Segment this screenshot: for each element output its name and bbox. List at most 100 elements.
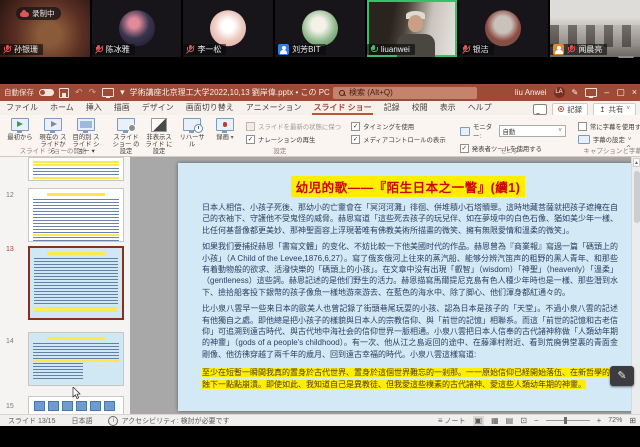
zoom-out-icon[interactable]: −	[534, 416, 539, 426]
slide-thumbnail-panel: 12 13 14 15	[0, 157, 130, 414]
tab-view[interactable]: 表示	[434, 101, 462, 115]
participant-name-bar: 银洁	[458, 44, 494, 55]
tab-review[interactable]: 校閲	[406, 101, 434, 115]
current-slide[interactable]: 幼児的歌――『陌生日本之一瞥』(續1) 日本人相信、小孩子死後、那幼小的亡靈會在…	[178, 163, 638, 411]
user-avatar[interactable]: LA	[553, 87, 565, 98]
share-button[interactable]: ↥ 共有 ˅	[593, 102, 636, 116]
play-narrations-checkbox[interactable]: ✓ ナレーションの再生	[246, 135, 341, 144]
notes-button[interactable]: ≡ ノート	[438, 416, 466, 426]
mic-active-icon	[370, 45, 378, 54]
group-settings: スライド ショー の設定 非表示スライド に設定 リハーサル 録画 ▾ スライド…	[106, 115, 454, 156]
maximize-button[interactable]: ▢	[616, 84, 625, 101]
recording-badge: 录制中	[16, 7, 61, 20]
checkbox-checked: ✓	[246, 135, 255, 144]
monitor-dropdown[interactable]: 自動 ˅	[498, 125, 566, 137]
monitor-clock-icon	[183, 118, 203, 133]
participant-tile[interactable]: 银洁	[458, 0, 549, 57]
tab-transitions[interactable]: 画面切り替え	[180, 101, 240, 115]
search-placeholder: 検索 (Alt+Q)	[349, 88, 393, 97]
participant-tile[interactable]: 刘芳BIT	[275, 0, 365, 57]
tab-design[interactable]: デザイン	[136, 101, 180, 115]
recording-label: 录制中	[32, 9, 55, 18]
show-media-controls-checkbox[interactable]: ✓ メディアコントロールの表示	[351, 135, 446, 144]
close-button[interactable]: ×	[632, 84, 637, 101]
slide-paragraph: 日本人相信、小孩子死後、那幼小的亡靈會在「冥河河灘」徘徊、併堆積小石塔贖罪。這時…	[202, 203, 618, 235]
normal-view-icon[interactable]: ▣	[472, 415, 485, 426]
participant-name-bar: 孙银珊	[0, 44, 43, 55]
monitor-small-icon	[459, 126, 470, 136]
annotation-pen-button[interactable]: ✎	[610, 366, 634, 386]
save-icon[interactable]	[59, 87, 69, 98]
start-slideshow-icon[interactable]	[102, 88, 115, 99]
tab-help[interactable]: ヘルプ	[462, 101, 498, 115]
minimize-button[interactable]: –	[604, 84, 609, 101]
participant-tile[interactable]: 陈冰雅	[91, 0, 182, 57]
from-beginning-button[interactable]: 最初から	[6, 118, 34, 141]
tab-draw[interactable]: 描画	[108, 101, 136, 115]
tab-file[interactable]: ファイル	[0, 101, 44, 115]
subtitle-settings-button[interactable]: 字幕の設定 ˅	[577, 135, 640, 144]
undo-icon[interactable]: ↶	[75, 87, 83, 98]
tab-slideshow-selected[interactable]: スライド ショー	[307, 101, 377, 115]
scroll-up-icon[interactable]: ▲	[633, 158, 640, 167]
participant-tile[interactable]: 李一松	[183, 0, 274, 57]
slide-indicator: スライド 13/15	[8, 417, 56, 425]
thumbnail-slide-11[interactable]	[28, 157, 124, 181]
collapse-ribbon-icon[interactable]: ⌃	[625, 144, 632, 153]
participant-name: 银洁	[472, 45, 489, 54]
ribbon: 最初から 現在の スライドから 目的別 スライド ショー ▾ スライド ショーの…	[0, 115, 640, 157]
accessibility-icon: i	[108, 415, 119, 426]
pen-mode-icon[interactable]: ✎	[572, 88, 579, 97]
zoom-slider-thumb[interactable]	[563, 417, 567, 424]
tab-insert[interactable]: 挿入	[80, 101, 108, 115]
scrollbar-thumb[interactable]	[633, 171, 640, 223]
share-icon: ↥	[599, 104, 606, 114]
participant-name: 李一松	[197, 45, 222, 54]
comments-icon[interactable]	[533, 103, 548, 115]
participant-name-bar: liuanwei	[366, 44, 415, 55]
search-input[interactable]: 検索 (Alt+Q)	[333, 86, 477, 99]
zoom-percent[interactable]: 72%	[608, 417, 622, 424]
monitor-blue-icon	[77, 118, 95, 133]
slide-sorter-view-icon[interactable]: ▦	[491, 416, 499, 426]
mic-muted-icon	[94, 44, 104, 54]
zoom-in-icon[interactable]: +	[597, 416, 602, 426]
powerpoint-window: 自動保存 ↶ ↷ ▾ 学術講座北京理工大学2022,10,13 劉岸偉.pptx…	[0, 84, 640, 426]
thumbnail-slide-12[interactable]	[28, 188, 124, 242]
work-area: 12 13 14 15 幼児的歌――『陌生日本之一瞥』(續1) 日本人相信、小孩…	[0, 157, 640, 414]
language-indicator[interactable]: 日本語	[71, 416, 92, 426]
tab-home[interactable]: ホーム	[44, 101, 80, 115]
tab-record[interactable]: 記録	[378, 101, 406, 115]
participant-name: 陈冰雅	[105, 45, 130, 54]
participant-tile-active-speaker[interactable]: liuanwei	[366, 0, 457, 57]
thumbnail-slide-13-selected[interactable]	[28, 246, 124, 320]
monitor-record-icon	[216, 118, 234, 133]
meeting-toolbar-handle[interactable]	[618, 56, 634, 58]
rehearse-timings-button[interactable]: リハーサル	[178, 118, 206, 148]
zoom-slider[interactable]	[545, 417, 590, 424]
slideshow-view-icon[interactable]: ⊡	[520, 416, 527, 426]
keep-slides-updated-checkbox[interactable]: スライドを最新の状態に保つ	[246, 122, 341, 131]
checkbox-empty	[577, 122, 587, 131]
record-button[interactable]: 記録	[552, 102, 589, 116]
autosave-toggle[interactable]	[39, 89, 54, 96]
record-slideshow-button[interactable]: 録画 ▾	[211, 118, 239, 142]
use-timings-checkbox[interactable]: ✓ タイミングを使用	[351, 122, 446, 131]
tab-animations[interactable]: アニメーション	[240, 101, 308, 115]
mouse-cursor	[72, 387, 81, 399]
redo-icon[interactable]: ↷	[89, 87, 97, 98]
qat-customize-icon[interactable]: ▾	[120, 87, 125, 98]
avatar	[210, 9, 247, 46]
participant-name: 孙银珊	[14, 45, 38, 54]
always-use-subtitles-checkbox[interactable]: 常に字幕を使用する	[577, 122, 640, 131]
participant-name-bar: 陈冰雅	[91, 44, 135, 55]
thumbnail-slide-14[interactable]	[28, 332, 124, 386]
fit-to-window-icon[interactable]: ⊞	[629, 416, 636, 426]
ribbon-display-options-icon[interactable]	[585, 88, 598, 99]
monitor-gear-icon	[117, 118, 136, 133]
reading-view-icon[interactable]: ▤	[506, 416, 514, 426]
group-label: スライド ショーの開始	[19, 148, 87, 155]
participant-tile[interactable]: 闻晨亮	[550, 0, 640, 57]
title-bar-right: liu Anwei LA ✎ – ▢ ×	[515, 84, 637, 101]
accessibility-status[interactable]: i アクセシビリティ: 検討が必要です	[108, 415, 230, 426]
